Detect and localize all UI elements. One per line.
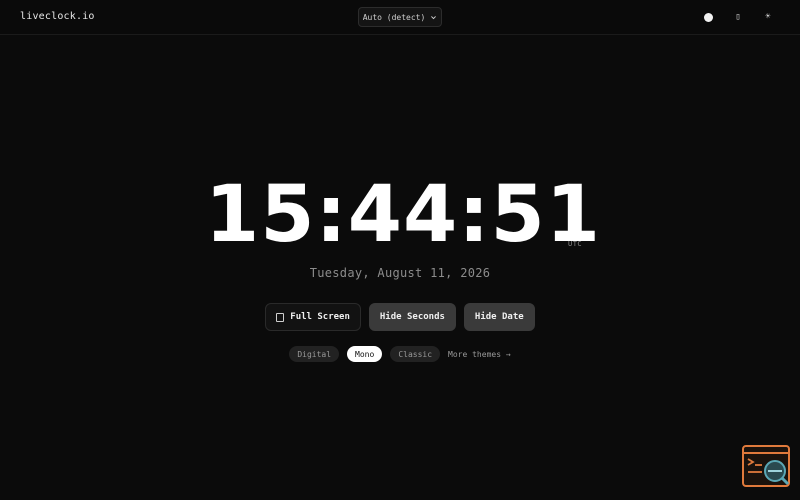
theme-digital[interactable]: Digital <box>289 346 340 362</box>
theme-classic[interactable]: Classic <box>390 346 441 362</box>
clock-time: 15:44:51 <box>205 170 602 260</box>
brightness-icon[interactable]: ☀ <box>760 9 776 25</box>
full-screen-label: Full Screen <box>290 312 350 322</box>
action-buttons: Full Screen Hide Seconds Hide Date <box>0 303 800 331</box>
fullscreen-icon[interactable]: ▯ <box>730 9 746 25</box>
hide-date-label: Hide Date <box>474 312 524 322</box>
brand-logo[interactable]: liveclock.io <box>20 11 95 22</box>
clock-display: 15:44:51 UTC <box>0 170 800 260</box>
more-themes-link[interactable]: More themes → <box>448 350 511 359</box>
page: liveclock.io Auto (detect) ▯ ☀ 15:44:51 … <box>0 0 800 500</box>
theme-selector: Digital Mono Classic More themes → <box>0 346 800 362</box>
clock-timezone: UTC <box>568 240 583 248</box>
chevron-down-icon <box>431 15 437 19</box>
hide-date-button[interactable]: Hide Date <box>463 303 535 331</box>
top-bar: liveclock.io Auto (detect) ▯ ☀ <box>0 0 800 35</box>
top-icons: ▯ ☀ <box>700 9 776 25</box>
full-screen-button[interactable]: Full Screen <box>265 303 361 331</box>
feedback-widget-icon[interactable] <box>742 445 790 487</box>
hide-seconds-label: Hide Seconds <box>379 312 445 322</box>
fullscreen-button-icon <box>276 312 285 322</box>
timezone-select-value: Auto (detect) <box>362 12 426 22</box>
clock-date: Tuesday, August 11, 2026 <box>309 266 491 280</box>
timezone-select[interactable]: Auto (detect) <box>358 7 442 27</box>
theme-dot-icon[interactable] <box>700 9 716 25</box>
theme-mono[interactable]: Mono <box>347 346 383 362</box>
hide-seconds-button[interactable]: Hide Seconds <box>368 303 456 331</box>
